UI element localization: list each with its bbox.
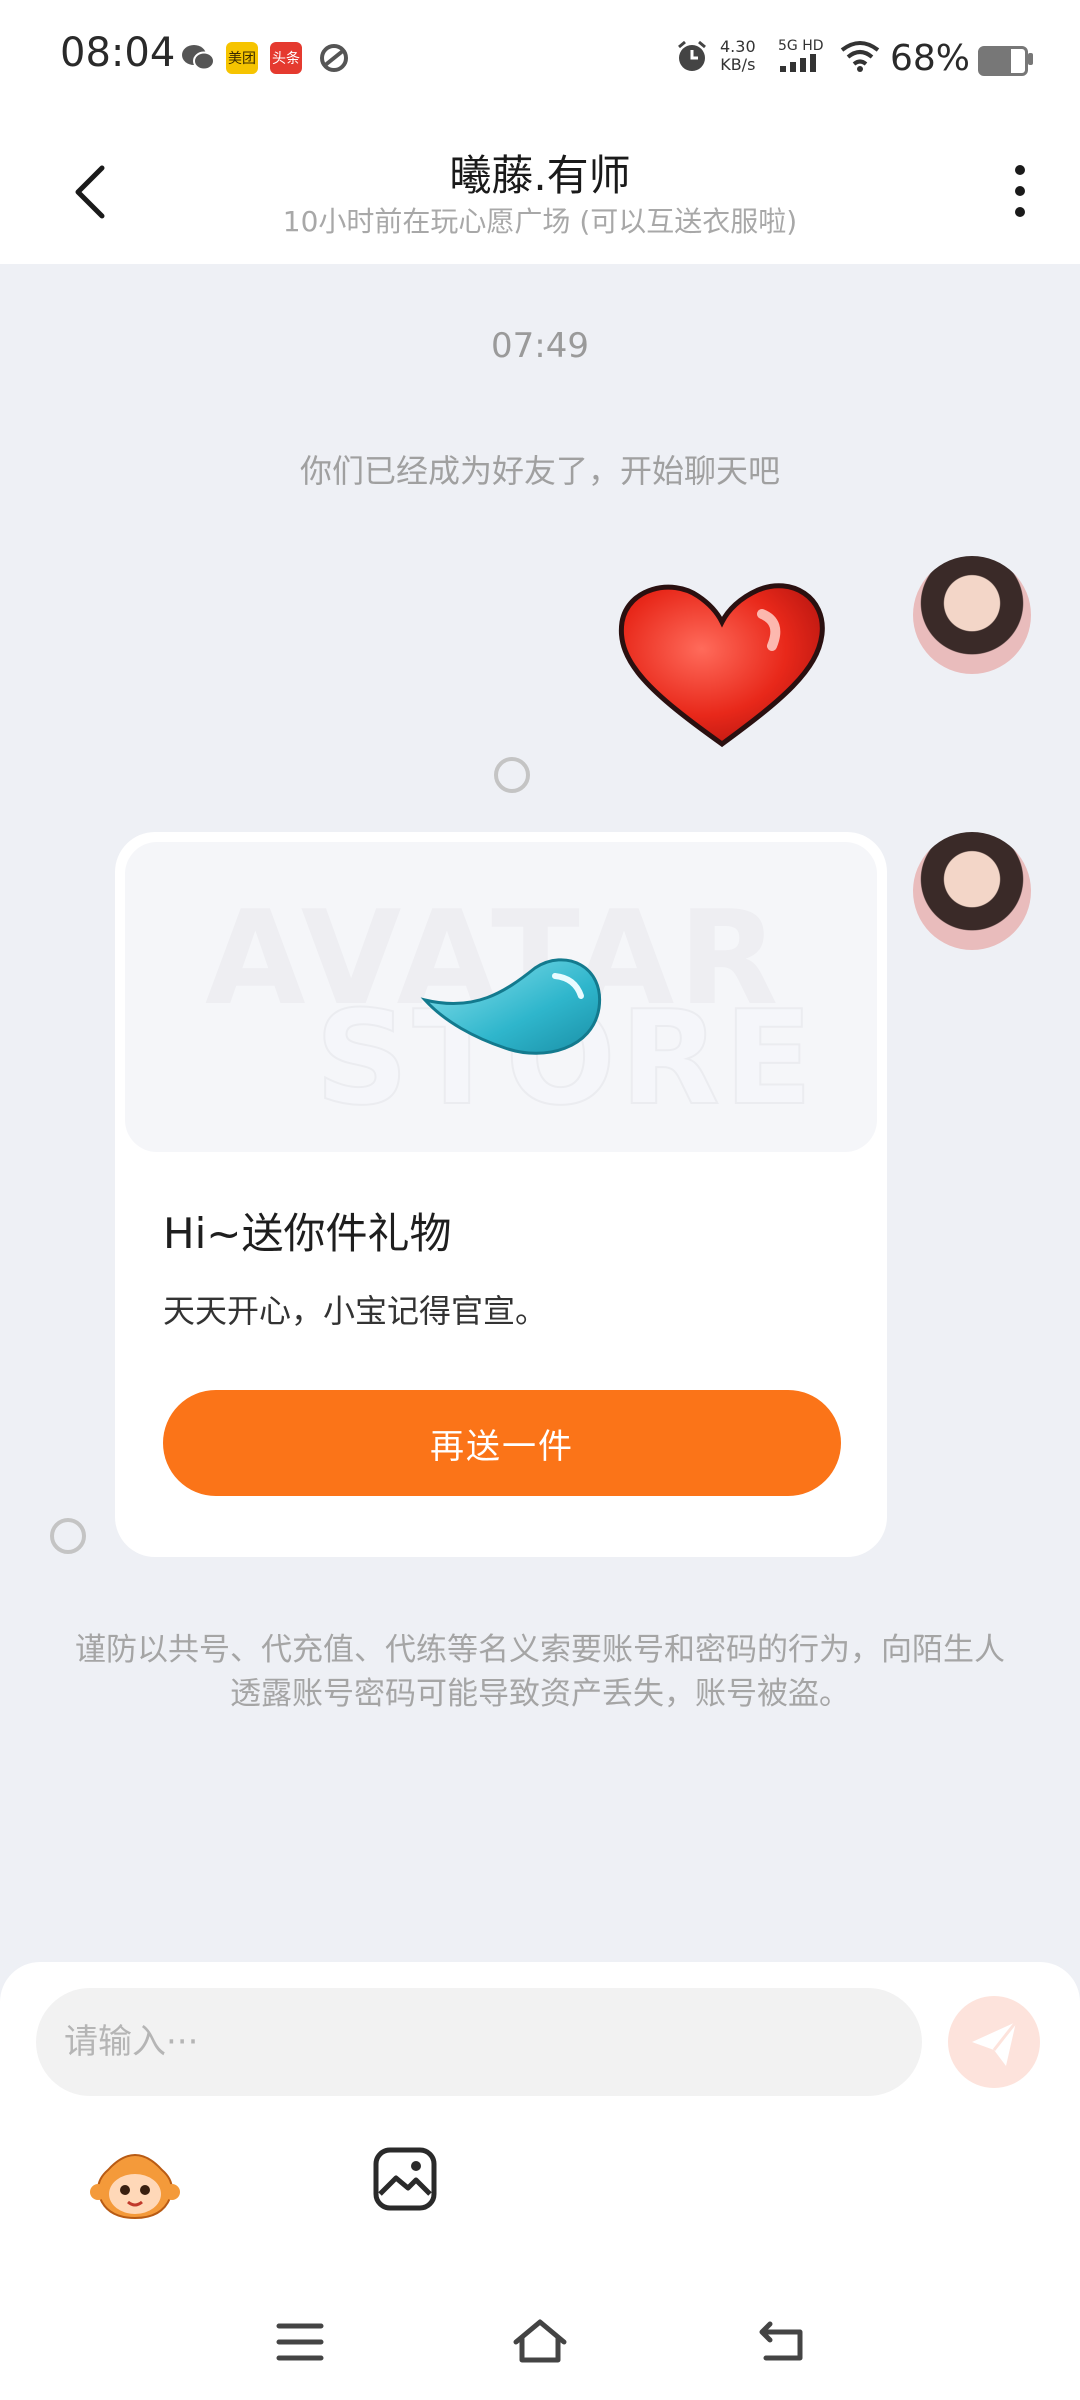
message-status-indicator — [494, 757, 530, 793]
image-icon — [373, 2147, 437, 2211]
avatar[interactable] — [913, 832, 1031, 950]
gift-title: Hi~送你件礼物 — [163, 1209, 452, 1258]
gift-item-icon — [420, 958, 602, 1055]
wechat-icon — [180, 42, 216, 74]
home-icon[interactable] — [510, 2316, 570, 2366]
status-bar: 08:04 美团 头条 4.30 KB/s 5G HD 68% — [0, 0, 1080, 116]
status-time: 08:04 — [60, 30, 176, 76]
signal-icon — [780, 54, 816, 72]
time-separator: 07:49 — [491, 326, 589, 366]
page-subtitle: 10小时前在玩心愿广场 (可以互送衣服啦) — [282, 205, 798, 238]
input-panel — [0, 1962, 1080, 2400]
message-status-indicator — [50, 1518, 86, 1554]
avatar[interactable] — [913, 556, 1031, 674]
gift-card[interactable]: AVATAR STORE Hi~送你件礼物 天天开心，小宝记得官宣。 再送一件 — [115, 832, 887, 1557]
send-another-button[interactable]: 再送一件 — [163, 1390, 841, 1496]
net-speed: 4.30 KB/s — [720, 37, 756, 74]
meituan-icon: 美团 — [226, 42, 258, 74]
heart-sticker-icon[interactable] — [612, 574, 832, 754]
wifi-icon — [840, 41, 880, 72]
status-indicators: 4.30 KB/s 5G HD 68% — [660, 0, 1080, 116]
message-input[interactable] — [36, 1988, 922, 2096]
monkey-face-icon — [90, 2154, 180, 2220]
send-button[interactable] — [948, 1996, 1040, 2088]
toutiao-icon: 头条 — [270, 42, 302, 74]
security-warning: 谨防以共号、代充值、代练等名义索要账号和密码的行为，向陌生人透露账号密码可能导致… — [75, 1632, 1005, 1712]
gift-banner: AVATAR STORE — [125, 842, 877, 1152]
back-gesture-icon[interactable] — [756, 2316, 806, 2366]
menu-icon[interactable] — [275, 2320, 325, 2364]
image-button[interactable] — [372, 2146, 438, 2212]
page-title: 曦藤.有师 — [449, 151, 631, 200]
more-button[interactable] — [1000, 156, 1040, 226]
system-message: 你们已经成为好友了，开始聊天吧 — [299, 452, 780, 490]
alarm-icon — [678, 40, 706, 71]
sticker-button[interactable] — [90, 2142, 180, 2222]
system-nav-bar — [0, 2300, 1080, 2400]
paper-plane-icon — [972, 2021, 1018, 2066]
more-vertical-icon — [1015, 165, 1025, 217]
signal-label: 5G HD — [778, 38, 824, 76]
chat-header: 曦藤.有师 10小时前在玩心愿广场 (可以互送衣服啦) — [0, 116, 1080, 264]
battery-percent: 68% — [890, 38, 971, 79]
battery-icon — [978, 46, 1028, 76]
feed-icon — [316, 42, 352, 74]
gift-message: 天天开心，小宝记得官宣。 — [163, 1292, 548, 1330]
